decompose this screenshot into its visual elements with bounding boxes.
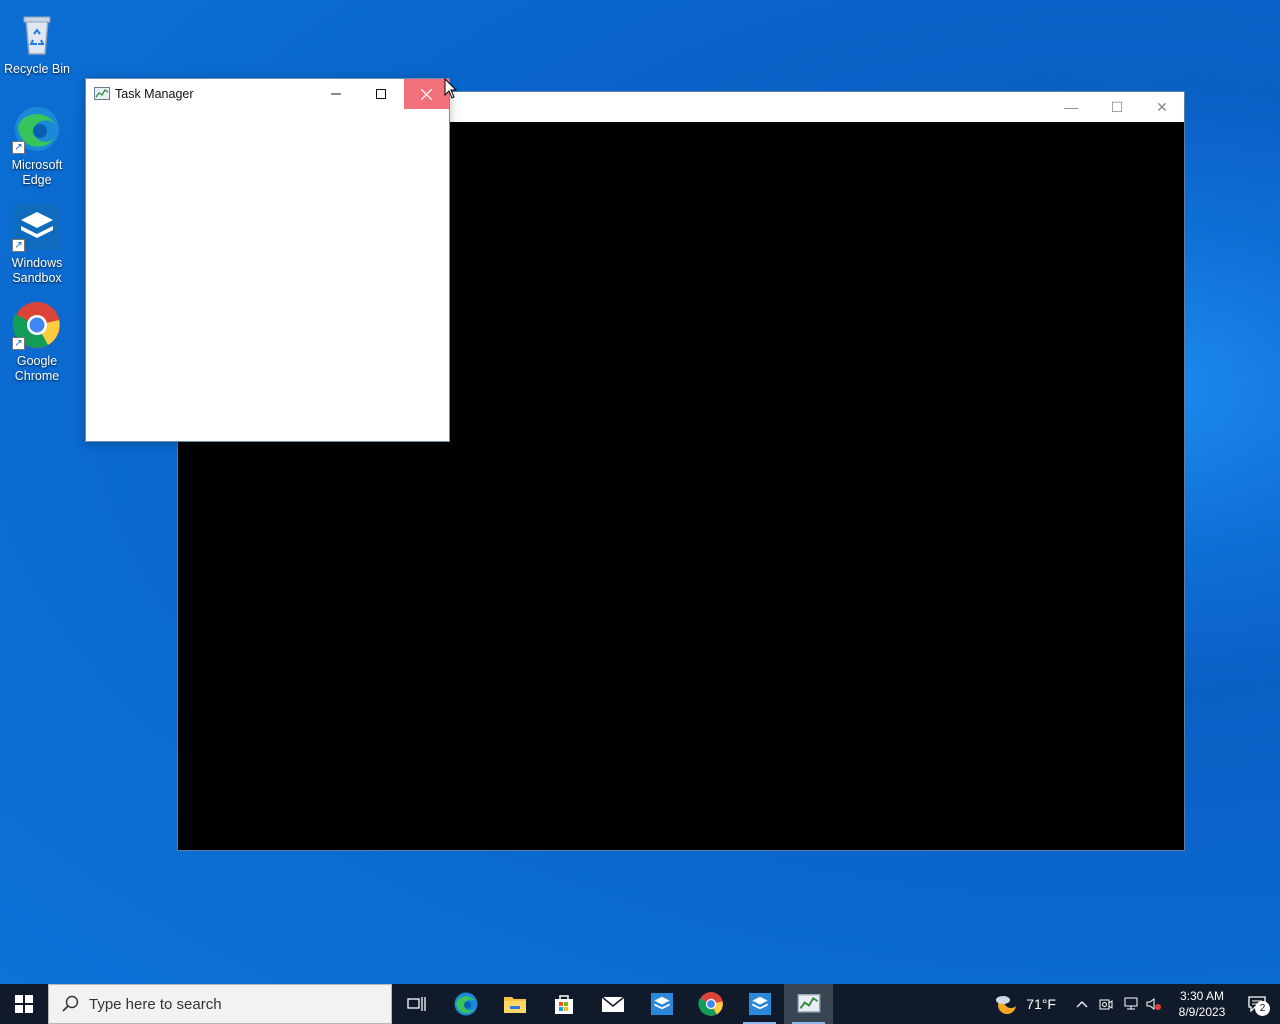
taskbar-chrome[interactable] (686, 984, 735, 1024)
taskbar-windows-sandbox[interactable] (637, 984, 686, 1024)
desktop-icon-google-chrome[interactable]: ↗ Google Chrome (0, 300, 74, 384)
maximize-button[interactable] (358, 79, 403, 109)
store-icon (554, 995, 573, 1014)
shortcut-arrow-icon: ↗ (12, 141, 25, 154)
background-close-button[interactable]: ✕ (1139, 92, 1185, 122)
maximize-icon (375, 89, 386, 99)
taskbar-task-manager[interactable] (784, 984, 833, 1024)
shortcut-arrow-icon: ↗ (12, 337, 25, 350)
search-icon (62, 995, 79, 1012)
taskbar: Type here to search 71°F 3:30 AM 8/9/202… (0, 984, 1280, 1024)
chrome-icon (697, 992, 723, 1016)
minimize-button[interactable] (313, 79, 358, 109)
weather-widget[interactable]: 71°F (994, 992, 1056, 1016)
desktop-icon-label: Sandbox (12, 271, 62, 285)
close-button[interactable] (404, 79, 449, 109)
desktop-icon-microsoft-edge[interactable]: ↗ Microsoft Edge (0, 104, 74, 188)
show-hidden-icons-button[interactable] (1070, 984, 1094, 1024)
windows-sandbox-icon (650, 992, 673, 1016)
close-icon (421, 88, 432, 100)
task-manager-icon (797, 994, 820, 1013)
desktop-icon-label: Edge (22, 173, 52, 187)
volume-button[interactable] (1142, 984, 1166, 1024)
task-manager-window[interactable]: Task Manager (85, 78, 450, 442)
background-maximize-button[interactable]: ☐ (1094, 92, 1140, 122)
system-tray: 71°F 3:30 AM 8/9/2023 2 (994, 984, 1280, 1024)
taskbar-microsoft-store[interactable] (539, 984, 588, 1024)
window-title: Task Manager (115, 87, 194, 101)
chrome-icon: ↗ (12, 300, 62, 350)
recycle-bin-icon (12, 8, 62, 58)
windows-sandbox-icon: ↗ (12, 202, 62, 252)
search-input[interactable]: Type here to search (48, 984, 392, 1024)
weather-moon-cloud-icon (996, 994, 1019, 1014)
notification-badge: 2 (1255, 1001, 1270, 1016)
desktop-icon-label: Chrome (14, 369, 60, 383)
shortcut-arrow-icon: ↗ (12, 239, 25, 252)
desktop-icon-label: Windows (11, 256, 63, 270)
task-manager-titlebar[interactable]: Task Manager (86, 79, 449, 109)
clock-date: 8/9/2023 (1178, 1005, 1226, 1019)
search-placeholder: Type here to search (89, 995, 222, 1013)
edge-icon (454, 992, 477, 1016)
camera-icon (1099, 999, 1113, 1010)
task-manager-icon (94, 87, 110, 100)
desktop-icon-label: Google (16, 354, 58, 368)
background-minimize-button[interactable]: — (1048, 92, 1094, 122)
meet-now-button[interactable] (1094, 984, 1118, 1024)
weather-temperature: 71°F (1026, 996, 1056, 1012)
taskbar-mail[interactable] (588, 984, 637, 1024)
windows-logo-icon (15, 995, 33, 1013)
minimize-icon (330, 93, 341, 95)
taskbar-file-explorer[interactable] (490, 984, 539, 1024)
notification-center-button[interactable]: 2 (1234, 984, 1280, 1024)
windows-sandbox-icon (748, 992, 771, 1016)
folder-icon (503, 997, 526, 1013)
task-view-icon (406, 997, 426, 1011)
clock-time: 3:30 AM (1179, 989, 1225, 1003)
clock[interactable]: 3:30 AM 8/9/2023 (1170, 988, 1234, 1020)
task-view-button[interactable] (392, 984, 441, 1024)
desktop-icon-label: Recycle Bin (4, 62, 70, 76)
edge-icon: ↗ (12, 104, 62, 154)
chevron-up-icon (1076, 1001, 1088, 1008)
start-button[interactable] (0, 984, 48, 1024)
network-icon (1124, 997, 1138, 1010)
volume-muted-icon (1146, 998, 1161, 1010)
desktop-icon-label: Microsoft (11, 158, 63, 172)
mouse-cursor-icon (444, 78, 458, 99)
mail-icon (601, 996, 624, 1012)
desktop-icon-recycle-bin[interactable]: Recycle Bin (0, 8, 74, 77)
taskbar-windows-sandbox-running[interactable] (735, 984, 784, 1024)
desktop-icon-windows-sandbox[interactable]: ↗ Windows Sandbox (0, 202, 74, 286)
taskbar-edge[interactable] (441, 984, 490, 1024)
network-button[interactable] (1118, 984, 1142, 1024)
